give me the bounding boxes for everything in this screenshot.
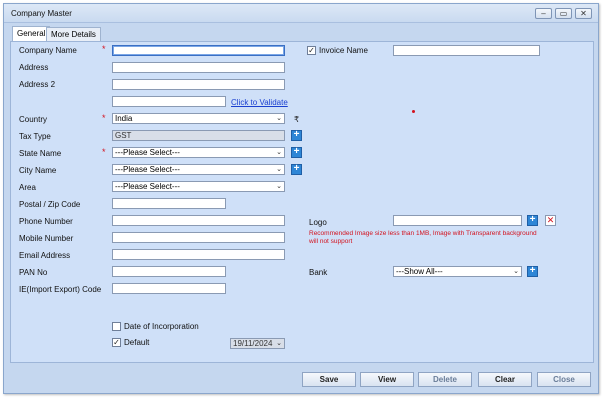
pan-label: PAN No [19, 268, 48, 277]
delete-button[interactable]: Delete [418, 372, 472, 387]
logo-input[interactable] [393, 215, 522, 226]
phone-number-input[interactable] [112, 215, 285, 226]
mobile-number-label: Mobile Number [19, 234, 74, 243]
clear-button[interactable]: Clear [478, 372, 532, 387]
logo-label: Logo [309, 218, 327, 227]
currency-symbol: ₹ [294, 115, 300, 124]
company-master-window: Company Master – ▭ ✕ General More Detail… [3, 3, 599, 394]
required-dot [412, 110, 415, 113]
pan-input[interactable] [112, 266, 226, 277]
bank-value: ---Show All--- [396, 267, 443, 276]
zip-code-input[interactable] [112, 198, 226, 209]
restore-icon[interactable]: ▭ [555, 8, 572, 19]
date-of-incorporation-label: Date of Incorporation [124, 322, 199, 331]
tab-more-details[interactable]: More Details [46, 27, 101, 41]
general-panel: Company Name * Address Address 2 Click t… [10, 41, 594, 363]
mobile-number-input[interactable] [112, 232, 285, 243]
chevron-down-icon: ⌄ [276, 149, 282, 156]
default-checkbox[interactable]: ✓ [112, 338, 121, 347]
tab-general[interactable]: General [12, 26, 51, 41]
country-value: India [115, 114, 133, 123]
phone-number-label: Phone Number [19, 217, 73, 226]
email-label: Email Address [19, 251, 71, 260]
address2-input[interactable] [112, 79, 285, 90]
zip-code-label: Postal / Zip Code [19, 200, 81, 209]
email-input[interactable] [112, 249, 285, 260]
invoice-name-label: Invoice Name [319, 46, 368, 55]
address-label: Address [19, 63, 49, 72]
address3-input[interactable] [112, 96, 226, 107]
bank-select[interactable]: ---Show All--- ⌄ [393, 266, 522, 277]
date-value: 19/11/2024 [233, 339, 273, 348]
window-title: Company Master [11, 9, 72, 18]
title-bar[interactable]: Company Master – ▭ ✕ [4, 4, 598, 23]
logo-note: Recommended Image size less than 1MB, Im… [309, 230, 537, 245]
city-name-label: City Name [19, 166, 57, 175]
company-name-input[interactable] [112, 45, 285, 56]
address-input[interactable] [112, 62, 285, 73]
add-city-button[interactable]: + [291, 164, 302, 175]
required-marker: * [102, 44, 106, 54]
invoice-name-checkbox[interactable]: ✓ [307, 46, 316, 55]
validate-link[interactable]: Click to Validate [231, 98, 288, 107]
chevron-down-icon: ⌄ [276, 340, 282, 347]
country-label: Country [19, 115, 48, 124]
save-button[interactable]: Save [302, 372, 356, 387]
tax-type-select: GST [112, 130, 285, 141]
chevron-down-icon: ⌄ [276, 166, 282, 173]
date-of-incorporation-checkbox[interactable] [112, 322, 121, 331]
invoice-name-input[interactable] [393, 45, 540, 56]
iec-input[interactable] [112, 283, 226, 294]
add-bank-button[interactable]: + [527, 266, 538, 277]
minimize-icon[interactable]: – [535, 8, 552, 19]
chevron-down-icon: ⌄ [276, 115, 282, 122]
bank-label: Bank [309, 268, 328, 277]
remove-logo-button[interactable]: ✕ [545, 215, 556, 226]
iec-label: IE(Import Export) Code [19, 285, 102, 294]
state-name-label: State Name [19, 149, 62, 158]
add-tax-type-button[interactable]: + [291, 130, 302, 141]
chevron-down-icon: ⌄ [276, 183, 282, 190]
address2-label: Address 2 [19, 80, 56, 89]
add-logo-button[interactable]: + [527, 215, 538, 226]
tax-type-label: Tax Type [19, 132, 51, 141]
area-select[interactable]: ---Please Select--- ⌄ [112, 181, 285, 192]
close-icon[interactable]: ✕ [575, 8, 592, 19]
area-value: ---Please Select--- [115, 182, 180, 191]
view-button[interactable]: View [360, 372, 414, 387]
area-label: Area [19, 183, 36, 192]
required-marker: * [102, 147, 106, 157]
default-label: Default [124, 338, 150, 347]
incorporation-date-picker: 19/11/2024 ⌄ [230, 338, 285, 349]
state-value: ---Please Select--- [115, 148, 180, 157]
add-state-button[interactable]: + [291, 147, 302, 158]
company-name-label: Company Name [19, 46, 77, 55]
city-value: ---Please Select--- [115, 165, 180, 174]
chevron-down-icon: ⌄ [513, 268, 519, 275]
state-select[interactable]: ---Please Select--- ⌄ [112, 147, 285, 158]
city-select[interactable]: ---Please Select--- ⌄ [112, 164, 285, 175]
country-select[interactable]: India ⌄ [112, 113, 285, 124]
required-marker: * [102, 113, 106, 123]
close-button[interactable]: Close [537, 372, 591, 387]
